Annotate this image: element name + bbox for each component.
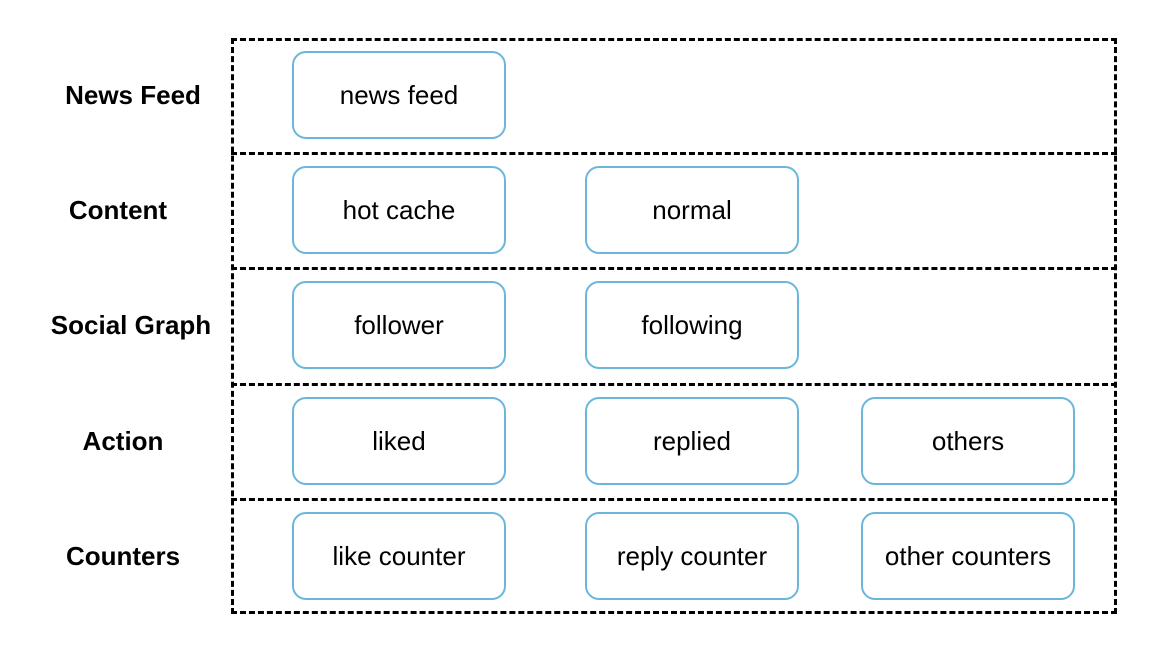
node-replied: replied <box>585 397 799 485</box>
node-like-counter: like counter <box>292 512 506 600</box>
node-others: others <box>861 397 1075 485</box>
layer-divider <box>231 383 1117 386</box>
node-liked: liked <box>292 397 506 485</box>
node-follower: follower <box>292 281 506 369</box>
layer-divider <box>231 267 1117 270</box>
layer-label-action: Action <box>82 426 164 456</box>
node-normal: normal <box>585 166 799 254</box>
node-hot-cache: hot cache <box>292 166 506 254</box>
layer-divider <box>231 498 1117 501</box>
node-other-counters: other counters <box>861 512 1075 600</box>
layer-label-social-graph: Social Graph <box>50 310 212 340</box>
node-following: following <box>585 281 799 369</box>
node-news-feed: news feed <box>292 51 506 139</box>
layer-label-content: Content <box>68 195 168 225</box>
layer-label-news-feed: News Feed <box>65 80 201 110</box>
layer-label-counters: Counters <box>65 541 181 571</box>
node-reply-counter: reply counter <box>585 512 799 600</box>
layer-divider <box>231 152 1117 155</box>
